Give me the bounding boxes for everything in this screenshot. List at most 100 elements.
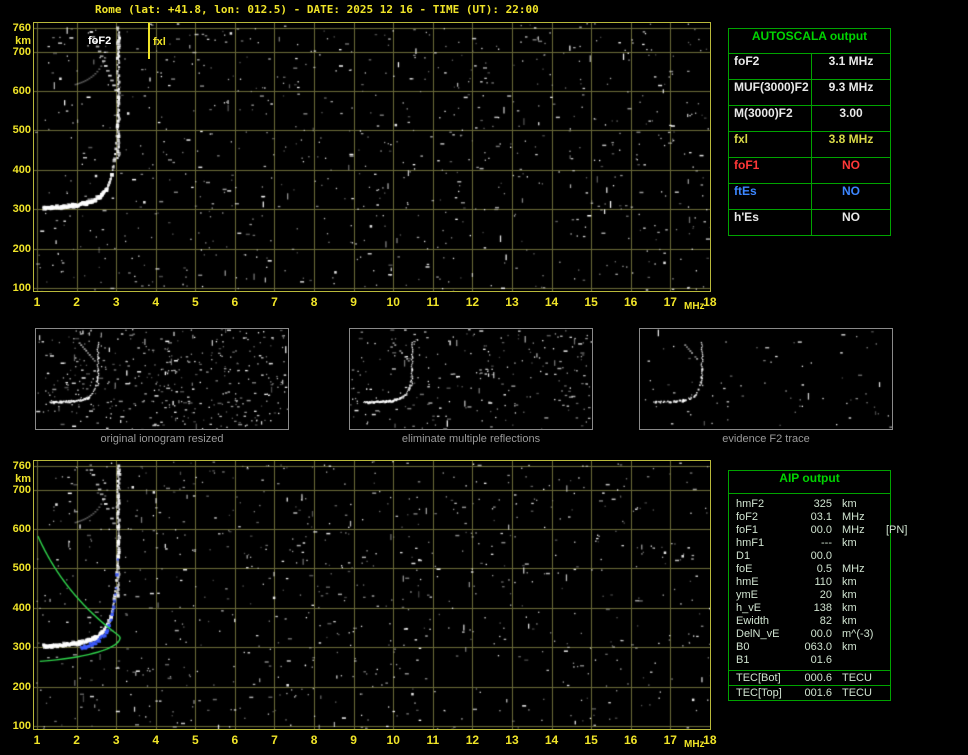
- y-tick-label: 300: [12, 203, 31, 216]
- aip-row: hmF1 --- km: [729, 537, 890, 550]
- aip-output-panel: AIP output hmF2 325 km foF2 03.1 MHz foF1 00.0 M…: [728, 470, 907, 701]
- fxI-marker-line: [148, 23, 150, 59]
- thumbnail-caption-original: original ionogram resized: [100, 433, 224, 445]
- y-tick-label: 700: [12, 483, 31, 496]
- aip-row-unit: MHz: [842, 524, 865, 536]
- aip-row-unit: m^(-3): [842, 628, 874, 640]
- x-tick-label: 11: [426, 733, 440, 747]
- x-tick-label: 4: [152, 295, 160, 309]
- y-tick-label: 760: [12, 459, 31, 472]
- aip-row-unit: km: [842, 576, 857, 588]
- autoscala-row-value: 9.3 MHz: [828, 80, 874, 94]
- aip-row-name: Ewidth: [736, 615, 770, 627]
- aip-row-value: 000.6: [804, 672, 832, 684]
- aip-row-value: 00.0: [810, 524, 832, 536]
- aip-table-body: hmF2 325 km foF2 03.1 MHz foF1 00.0 MHz [PN] hmF1 -…: [729, 494, 907, 670]
- autoscala-row-label: h'Es: [729, 210, 812, 235]
- aip-row: foF1 00.0 MHz [PN]: [729, 524, 907, 537]
- aip-row-unit: km: [842, 615, 857, 627]
- aip-row-note: [884, 628, 890, 641]
- autoscala-row-value: 3.00: [839, 106, 863, 120]
- x-tick-label: 15: [584, 295, 598, 309]
- aip-row-name: DelN_vE: [736, 628, 780, 640]
- aip-row-note: [884, 537, 890, 550]
- autoscala-table-body: foF2 3.1 MHz MUF(3000)F2 9.3 MHz M(3000)F2 3.…: [729, 54, 890, 235]
- aip-row-name: hmF1: [736, 537, 765, 549]
- autoscala-row: ftEs NO: [729, 184, 890, 210]
- autoscala-row-value: NO: [842, 210, 860, 224]
- aip-row-name: TEC[Bot]: [736, 672, 781, 684]
- aip-row-note: [884, 602, 890, 615]
- x-tick-label: 1: [33, 295, 41, 309]
- autoscala-row-label: foF1: [729, 158, 812, 183]
- aip-row-value: 138: [813, 602, 832, 614]
- aip-row-unit: [832, 654, 884, 667]
- autoscala-row-value: 3.1 MHz: [828, 54, 874, 68]
- y-tick-label: 200: [12, 680, 31, 693]
- y-tick-label: 600: [12, 523, 31, 536]
- aip-row-note: [884, 654, 890, 667]
- x-tick-label: 6: [231, 295, 239, 309]
- autoscala-row-label: fxl: [729, 132, 812, 157]
- fxI-marker-label: fxl: [153, 36, 166, 48]
- y-tick-label: 400: [12, 601, 31, 614]
- autoscala-row-label: ftEs: [729, 184, 812, 209]
- autoscala-row: M(3000)F2 3.00: [729, 106, 890, 132]
- y-axis-unit-label: km: [15, 472, 31, 485]
- autoscala-row-value: NO: [842, 184, 860, 198]
- autoscala-row-label: foF2: [729, 54, 812, 79]
- thumbnail-caption-evidence: evidence F2 trace: [722, 433, 810, 445]
- autoscala-title: AUTOSCALA output: [729, 29, 890, 54]
- x-tick-label: 3: [112, 295, 120, 309]
- aip-row-note: [884, 511, 890, 524]
- x-tick-label: 13: [505, 733, 519, 747]
- aip-row-note: [884, 615, 890, 628]
- x-tick-label: 17: [663, 733, 677, 747]
- aip-row-note: [884, 563, 890, 576]
- x-tick-label: 5: [191, 733, 199, 747]
- thumbnail-canvas-reflections: [350, 329, 592, 429]
- autoscala-row: fxl 3.8 MHz: [729, 132, 890, 158]
- autoscala-row-value: 3.8 MHz: [828, 132, 874, 146]
- aip-row-value: 110: [814, 576, 832, 588]
- aip-row-unit: TECU: [842, 672, 872, 684]
- x-tick-label: 8: [310, 295, 318, 309]
- y-tick-label: 760: [12, 21, 31, 34]
- aip-row-note: [884, 686, 890, 700]
- y-tick-label: 400: [12, 163, 31, 176]
- autoscala-row: foF2 3.1 MHz: [729, 54, 890, 80]
- aip-row-value: 00.0: [810, 628, 832, 640]
- aip-row-name: B0: [736, 641, 750, 653]
- thumbnail-eliminate-reflections: [349, 328, 593, 430]
- aip-row-value: 063.0: [804, 641, 832, 653]
- thumbnail-caption-reflections: eliminate multiple reflections: [401, 433, 541, 445]
- x-tick-label: 10: [386, 733, 400, 747]
- autoscala-row-label: MUF(3000)F2: [729, 80, 812, 105]
- y-tick-label: 500: [12, 562, 31, 575]
- thumbnail-original-ionogram: [35, 328, 289, 430]
- thumbnail-canvas-original: [36, 329, 288, 429]
- aip-row: hmF2 325 km: [729, 498, 890, 511]
- x-tick-label: 14: [544, 295, 559, 309]
- aip-row-value: 01.6: [810, 654, 832, 666]
- y-tick-label: 500: [12, 124, 31, 137]
- x-tick-label: 15: [584, 733, 598, 747]
- aip-row-note: [884, 671, 890, 685]
- aip-row-name: ymE: [736, 589, 758, 601]
- x-tick-label: 16: [624, 295, 638, 309]
- foF2-marker-label: foF2: [88, 35, 112, 47]
- x-tick-label: 13: [505, 295, 519, 309]
- aip-row-name: foE: [736, 563, 753, 575]
- aip-row: TEC[Bot] 000.6 TECU: [729, 670, 890, 685]
- aip-row-unit: MHz: [842, 563, 865, 575]
- aip-tec-section: TEC[Bot] 000.6 TECU TEC[Top] 001.6 TECU: [729, 670, 890, 700]
- aip-row-value: 0.5: [816, 563, 832, 575]
- x-tick-label: 6: [231, 733, 239, 747]
- aip-row: B0 063.0 km: [729, 641, 890, 654]
- aip-row-value: 82: [819, 615, 832, 627]
- x-tick-label: 14: [544, 733, 559, 747]
- x-tick-label: 3: [112, 733, 120, 747]
- thumbnail-evidence-f2: [639, 328, 893, 430]
- ionogram-canvas-top: [34, 23, 710, 291]
- aip-row-note: [PN]: [886, 524, 908, 536]
